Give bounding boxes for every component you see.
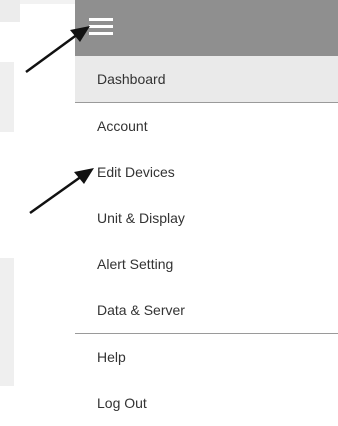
- annotation-arrow-edit-devices: [29, 168, 94, 215]
